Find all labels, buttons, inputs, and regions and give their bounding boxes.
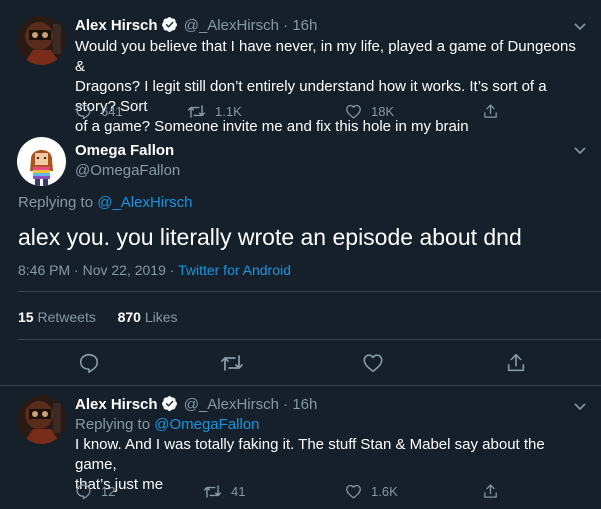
- tweet-text: alex you. you literally wrote an episode…: [18, 224, 522, 250]
- reply-tweet[interactable]: Alex Hirsch @_AlexHirsch · 16h Replying …: [0, 386, 601, 509]
- replying-to: Replying to @OmegaFallon: [75, 415, 260, 435]
- retweets-label: Retweets: [37, 309, 96, 325]
- tweet-text-line: Would you believe that I have never, in …: [75, 38, 576, 75]
- like-icon: [363, 354, 383, 373]
- retweet-total: 15: [18, 309, 34, 325]
- verified-badge-icon: [161, 16, 178, 39]
- like-button[interactable]: 18K: [345, 102, 394, 120]
- tweet-actions: 641 1.1K 18K: [75, 102, 585, 120]
- share-icon: [484, 103, 497, 118]
- replying-to-label: Replying to: [18, 194, 94, 211]
- avatar-alex-hirsch[interactable]: [17, 16, 66, 65]
- tweet-header: Alex Hirsch @_AlexHirsch · 16h: [75, 16, 317, 39]
- user-handle[interactable]: @OmegaFallon: [75, 161, 180, 181]
- display-name[interactable]: Alex Hirsch: [75, 396, 158, 413]
- replying-to: Replying to @_AlexHirsch: [18, 193, 192, 213]
- retweet-count: 41: [231, 483, 246, 499]
- like-icon: [346, 484, 361, 499]
- reply-button[interactable]: [78, 352, 100, 374]
- chevron-down-icon[interactable]: [572, 142, 588, 158]
- likes-stat[interactable]: 870 Likes: [118, 309, 178, 325]
- divider: [18, 339, 601, 340]
- tweet-actions: 12 41 1.6K: [75, 482, 585, 500]
- user-handle[interactable]: @_AlexHirsch: [184, 396, 279, 413]
- tweet-source[interactable]: Twitter for Android: [178, 262, 291, 278]
- like-button[interactable]: 1.6K: [345, 482, 398, 500]
- like-icon: [346, 104, 361, 119]
- avatar-omega-fallon[interactable]: [17, 137, 66, 186]
- tweet-stats: 15 Retweets 870 Likes: [18, 307, 178, 327]
- share-button[interactable]: [482, 482, 508, 500]
- like-count: 1.6K: [371, 483, 398, 499]
- retweet-icon: [187, 104, 206, 118]
- share-icon: [484, 483, 497, 498]
- display-name[interactable]: Alex Hirsch: [75, 17, 158, 34]
- reply-icon: [76, 103, 91, 119]
- tweet-time[interactable]: · 16h: [283, 396, 317, 413]
- retweet-button[interactable]: 41: [203, 482, 245, 500]
- reply-button[interactable]: 12: [75, 482, 115, 500]
- reply-count: 12: [101, 483, 116, 499]
- avatar-alex-hirsch[interactable]: [17, 395, 66, 444]
- tweet-time[interactable]: · 16h: [283, 17, 317, 34]
- retweet-button[interactable]: [220, 352, 244, 374]
- tweet-text-line: I know. And I was totally faking it. The…: [75, 436, 545, 473]
- retweet-count: 1.1K: [215, 103, 242, 119]
- likes-label: Likes: [144, 309, 178, 325]
- chevron-down-icon[interactable]: [572, 18, 588, 34]
- divider: [18, 291, 601, 292]
- share-icon: [507, 353, 525, 372]
- reply-count: 641: [101, 103, 123, 119]
- share-button[interactable]: [482, 102, 508, 120]
- like-count: 18K: [371, 103, 395, 119]
- parent-tweet[interactable]: Alex Hirsch @_AlexHirsch · 16h Would you…: [0, 0, 601, 135]
- reply-icon: [79, 353, 99, 373]
- retweets-stat[interactable]: 15 Retweets: [18, 309, 96, 325]
- tweet-timestamp: 8:46 PM · Nov 22, 2019 · Twitter for And…: [18, 260, 291, 280]
- reply-button[interactable]: 641: [75, 102, 123, 120]
- share-button[interactable]: [505, 352, 527, 374]
- like-button[interactable]: [362, 352, 384, 374]
- replying-to-link[interactable]: @OmegaFallon: [154, 416, 259, 433]
- like-total: 870: [117, 309, 141, 325]
- retweet-button[interactable]: 1.1K: [187, 102, 242, 120]
- chevron-down-icon[interactable]: [572, 398, 588, 414]
- reply-icon: [76, 483, 91, 499]
- timestamp-text[interactable]: 8:46 PM · Nov 22, 2019 ·: [18, 262, 174, 278]
- display-name[interactable]: Omega Fallon: [75, 141, 174, 161]
- replying-to-link[interactable]: @_AlexHirsch: [97, 194, 192, 211]
- retweet-icon: [221, 355, 243, 371]
- tweet-text: Would you believe that I have never, in …: [75, 37, 585, 137]
- tweet-header: Omega Fallon: [75, 141, 174, 161]
- replying-to-label: Replying to: [75, 416, 151, 433]
- retweet-icon: [203, 484, 222, 498]
- user-handle[interactable]: @_AlexHirsch: [184, 17, 279, 34]
- focused-tweet: Omega Fallon @OmegaFallon Replying to @_…: [0, 130, 601, 385]
